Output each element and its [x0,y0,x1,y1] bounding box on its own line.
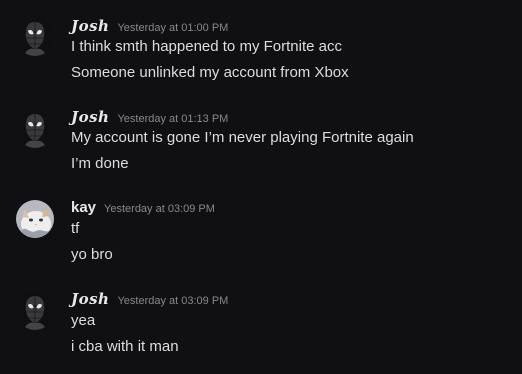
message-text: tf [71,220,80,237]
message-header: kay Yesterday at 03:09 PM [71,199,215,219]
avatar-josh[interactable] [16,292,54,330]
message-text: My account is gone I’m never playing For… [71,129,414,146]
timestamp[interactable]: Yesterday at 03:09 PM [104,203,215,215]
message-text: I’m done [71,155,129,172]
avatar-kay[interactable] [16,200,54,238]
message-text: I think smth happened to my Fortnite acc [71,38,342,55]
message-header: 𝑱𝒐𝒔𝒉 Yesterday at 01:00 PM [71,17,228,37]
avatar-josh[interactable] [16,18,54,56]
username[interactable]: kay [71,199,96,216]
message-text: i cba with it man [71,338,179,355]
username[interactable]: 𝑱𝒐𝒔𝒉 [71,290,109,308]
message-text: yo bro [71,246,113,263]
message-text: Someone unlinked my account from Xbox [71,64,349,81]
spider-man-avatar-icon [16,18,54,56]
cat-avatar-icon [16,200,54,238]
message-text: yea [71,312,96,329]
spider-man-avatar-icon [16,110,54,148]
username[interactable]: 𝑱𝒐𝒔𝒉 [71,108,109,126]
timestamp[interactable]: Yesterday at 01:00 PM [117,22,228,34]
timestamp[interactable]: Yesterday at 03:09 PM [117,295,228,307]
username[interactable]: 𝑱𝒐𝒔𝒉 [71,17,109,35]
spider-man-avatar-icon [16,292,54,330]
message-header: 𝑱𝒐𝒔𝒉 Yesterday at 01:13 PM [71,108,228,128]
chat-message-list: 𝑱𝒐𝒔𝒉 Yesterday at 01:00 PM I think smth … [0,0,522,374]
avatar-josh[interactable] [16,110,54,148]
timestamp[interactable]: Yesterday at 01:13 PM [117,113,228,125]
message-header: 𝑱𝒐𝒔𝒉 Yesterday at 03:09 PM [71,290,228,310]
